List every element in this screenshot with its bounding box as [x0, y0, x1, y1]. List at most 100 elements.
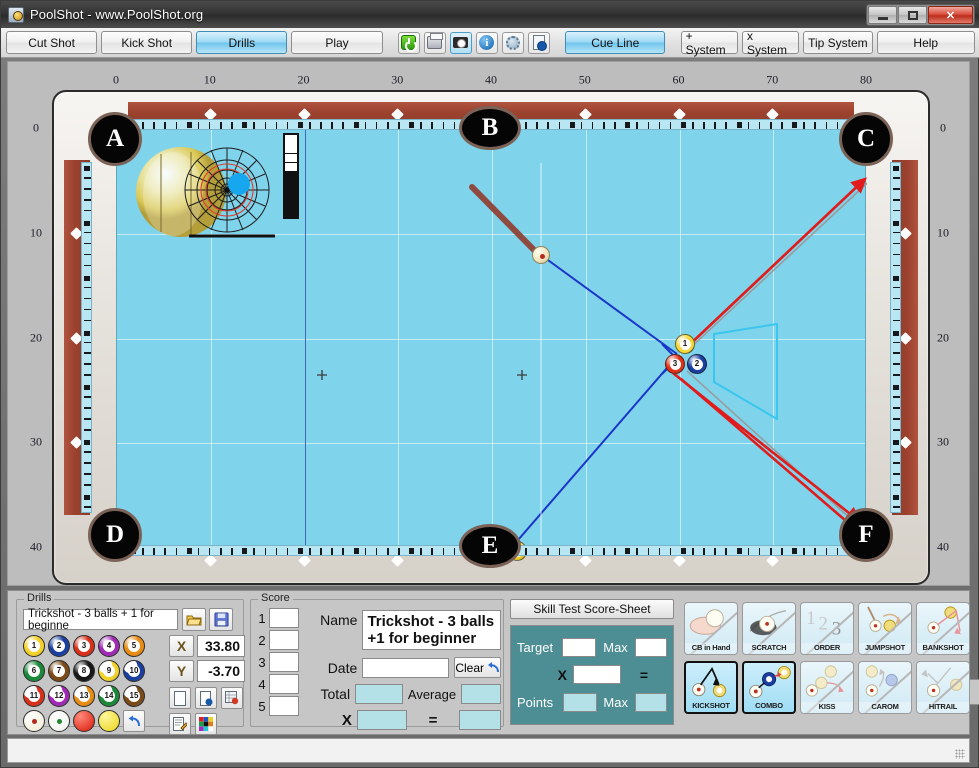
pocket-f[interactable]: F — [839, 508, 893, 562]
close-button[interactable]: ✕ — [928, 6, 973, 24]
pocket-c[interactable]: C — [839, 112, 893, 166]
cushion-tick — [84, 242, 91, 245]
score-row-field[interactable] — [269, 630, 299, 650]
ball-button-2[interactable]: 2 — [48, 635, 70, 657]
clear-button[interactable]: Clear — [454, 657, 501, 678]
ball-3[interactable]: 3 — [665, 354, 685, 374]
pocket-b[interactable]: B — [459, 106, 521, 150]
points-field[interactable] — [562, 693, 597, 712]
equals-field[interactable] — [459, 710, 502, 730]
tab-play[interactable]: Play — [291, 31, 383, 54]
option-jumpshot[interactable]: JUMPSHOT — [858, 602, 912, 655]
plus-system-button[interactable]: + System — [680, 29, 738, 57]
x-label-button[interactable]: X — [169, 635, 194, 657]
cue-ball[interactable] — [532, 246, 550, 264]
yellow-ball-button[interactable] — [98, 710, 120, 732]
maximize-button[interactable] — [898, 6, 927, 24]
ball-button-13[interactable]: 13 — [73, 685, 95, 707]
left-ruler-tick: 10 — [30, 225, 42, 240]
new-document-button[interactable] — [169, 687, 191, 709]
red-ball-button[interactable] — [73, 710, 95, 732]
ball-button-6[interactable]: 6 — [23, 660, 45, 682]
cushion-tick — [84, 429, 91, 431]
tab-drills[interactable]: Drills — [196, 31, 288, 54]
aim-compass-overlay[interactable] — [129, 132, 309, 252]
power-icon[interactable] — [397, 31, 420, 54]
ball-button-5[interactable]: 5 — [123, 635, 145, 657]
target-field[interactable] — [562, 638, 597, 657]
settings-gear-icon[interactable] — [501, 31, 524, 54]
resize-grip-icon[interactable] — [955, 749, 965, 759]
pocket-e[interactable]: E — [459, 524, 521, 568]
y-value-field[interactable]: -3.70 — [197, 660, 245, 682]
camera-icon[interactable] — [449, 31, 472, 54]
score-name-field[interactable]: Trickshot - 3 balls +1 for beginner — [362, 610, 501, 650]
ball-button-9[interactable]: 9 — [98, 660, 120, 682]
speed-meter[interactable] — [283, 133, 299, 219]
tab-kick-shot[interactable]: Kick Shot — [101, 31, 193, 54]
ball-button-1[interactable]: 1 — [23, 635, 45, 657]
target-max-field[interactable] — [634, 638, 668, 657]
average-field[interactable] — [461, 684, 501, 704]
cue-ball-green-dot-button[interactable] — [48, 710, 70, 732]
cue-ball-red-dot-button[interactable] — [23, 710, 45, 732]
option-row-1: CB in Hand SCRATCH 123ORDER JUMPSHOT BANKSHO… — [684, 602, 970, 655]
option-kickshot[interactable]: KICKSHOT — [684, 661, 738, 714]
print-icon[interactable] — [423, 31, 446, 54]
ball-2[interactable]: 2 — [687, 354, 707, 374]
target-max-label: Max — [603, 640, 628, 655]
score-row-field[interactable] — [269, 696, 299, 716]
score-row-field[interactable] — [269, 608, 299, 628]
table-felt[interactable]: 1329 — [116, 128, 867, 561]
skill-sheet-title-button[interactable]: Skill Test Score-Sheet — [510, 599, 674, 619]
option-kiss[interactable]: KISS — [800, 661, 854, 714]
score-row-field[interactable] — [269, 652, 299, 672]
pocket-d[interactable]: D — [88, 508, 142, 562]
ball-button-7[interactable]: 7 — [48, 660, 70, 682]
ball-button-8[interactable]: 8 — [73, 660, 95, 682]
option-bankshot[interactable]: BANKSHOT — [916, 602, 970, 655]
option-order[interactable]: 123ORDER — [800, 602, 854, 655]
ball-button-11[interactable]: 11 — [23, 685, 45, 707]
document-help-icon[interactable] — [527, 31, 550, 54]
cushion-tick — [84, 286, 91, 289]
option-combo[interactable]: COMBO — [742, 661, 796, 714]
tab-cut-shot[interactable]: Cut Shot — [6, 31, 98, 54]
points-max-field[interactable] — [634, 693, 668, 712]
multiply-field[interactable] — [356, 710, 407, 730]
y-label-button[interactable]: Y — [169, 660, 194, 682]
open-drill-button[interactable] — [182, 608, 206, 631]
x-value-field[interactable]: 33.80 — [197, 635, 245, 657]
edit-notes-button[interactable] — [169, 713, 191, 735]
option-cb-in-hand[interactable]: CB in Hand — [684, 602, 738, 655]
ball-1[interactable]: 1 — [675, 334, 695, 354]
option-hitrail[interactable]: HITRAIL — [916, 661, 970, 714]
undo-arrow-button[interactable] — [123, 710, 145, 732]
skill-times-field[interactable] — [573, 665, 621, 684]
info-icon[interactable]: i — [475, 31, 498, 54]
help-button[interactable]: Help — [876, 31, 975, 54]
ball-button-10[interactable]: 10 — [123, 660, 145, 682]
cue-line-button[interactable]: Cue Line — [565, 31, 666, 54]
cushion-tick — [364, 548, 367, 555]
drill-select-input[interactable]: Trickshot - 3 balls + 1 for beginne — [23, 608, 178, 632]
option-scratch[interactable]: SCRATCH — [742, 602, 796, 655]
ball-button-4[interactable]: 4 — [98, 635, 120, 657]
color-palette-button[interactable] — [195, 713, 217, 735]
minimize-button[interactable] — [868, 6, 897, 24]
option-carom[interactable]: CAROM — [858, 661, 912, 714]
tip-system-button[interactable]: Tip System — [803, 31, 873, 54]
pocket-a[interactable]: A — [88, 112, 142, 166]
table-report-button[interactable] — [221, 687, 243, 709]
save-drill-button[interactable] — [209, 608, 233, 631]
ball-button-15[interactable]: 15 — [123, 685, 145, 707]
score-date-field[interactable] — [362, 657, 450, 678]
score-row-field[interactable] — [269, 674, 299, 694]
pool-table[interactable]: 1329 ABCDEF — [52, 90, 979, 705]
document-help-button[interactable] — [195, 687, 217, 709]
ball-button-3[interactable]: 3 — [73, 635, 95, 657]
x-system-button[interactable]: x System — [741, 29, 800, 57]
ball-button-12[interactable]: 12 — [48, 685, 70, 707]
total-field[interactable] — [355, 684, 403, 704]
ball-button-14[interactable]: 14 — [98, 685, 120, 707]
